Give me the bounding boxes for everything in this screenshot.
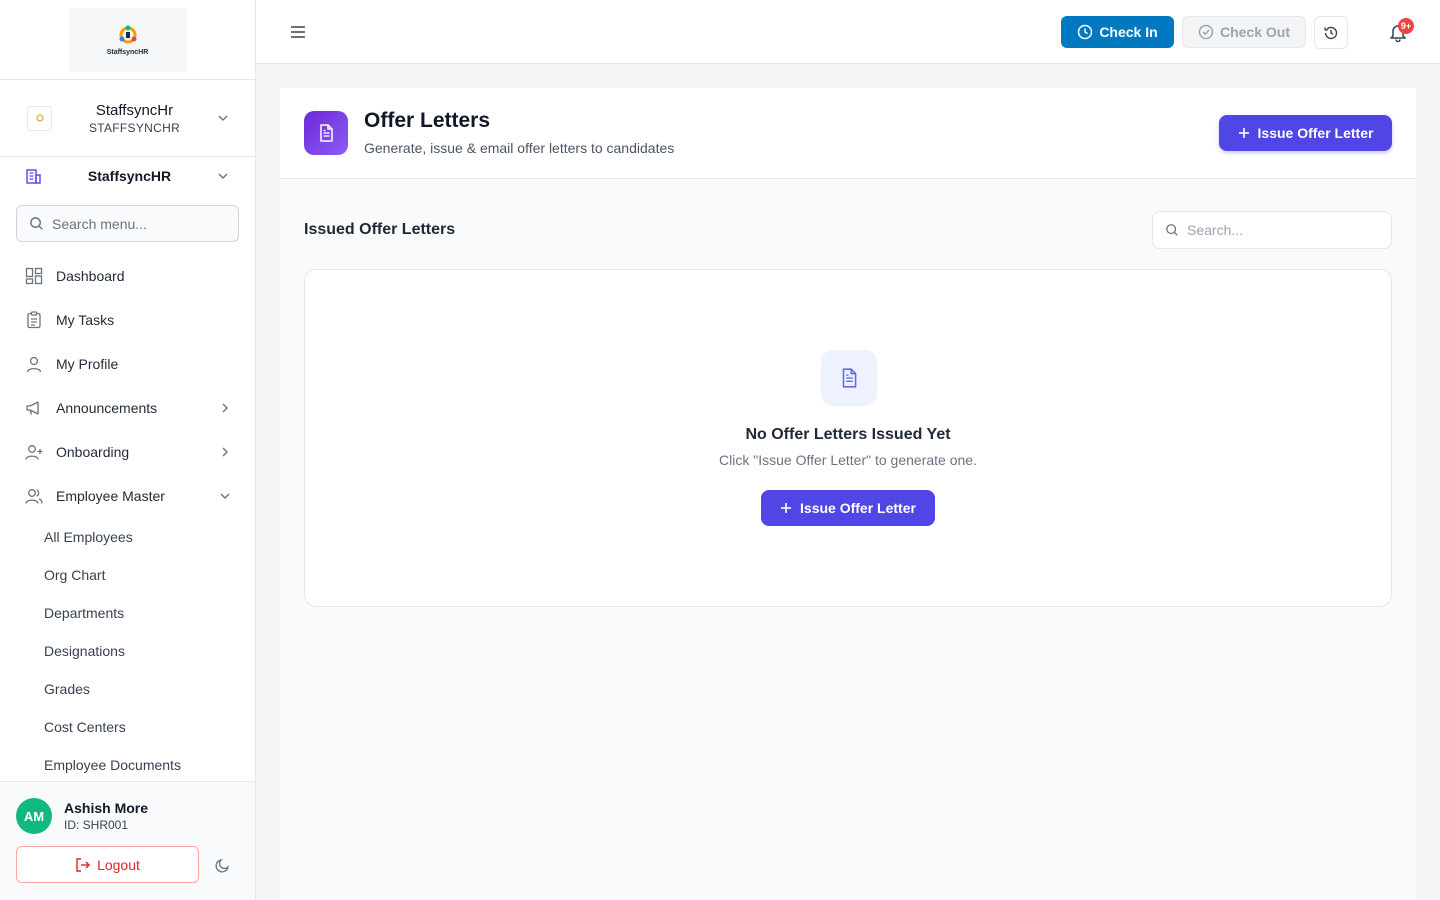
logo-text: StaffsyncHR (106, 49, 149, 56)
menu-icon[interactable] (290, 24, 306, 40)
check-in-label: Check In (1099, 24, 1158, 40)
org-code: STAFFSYNCHR (88, 120, 181, 135)
history-button[interactable] (1314, 16, 1348, 49)
chevron-down-icon (220, 493, 230, 499)
user-card[interactable]: AM Ashish More ID: SHR001 (0, 782, 255, 834)
logout-button[interactable]: Logout (16, 846, 199, 883)
chevron-right-icon (222, 403, 228, 413)
check-out-label: Check Out (1219, 24, 1290, 40)
main-content: Offer Letters Generate, issue & email of… (280, 88, 1416, 900)
user-id: ID: SHR001 (64, 818, 129, 832)
user-icon (24, 354, 44, 374)
logout-icon (76, 857, 91, 872)
building-icon (26, 169, 41, 184)
logo-area: StaffsyncHR (0, 0, 255, 80)
company-switcher[interactable]: StaffsyncHR (0, 157, 255, 195)
sidebar-item-my-tasks[interactable]: My Tasks (0, 298, 255, 342)
sidebar-item-onboarding[interactable]: Onboarding (0, 430, 255, 474)
notification-badge: 9+ (1398, 18, 1414, 34)
sidebar-item-label: My Profile (56, 356, 119, 372)
sidebar-item-label: Onboarding (56, 444, 130, 460)
org-switcher[interactable]: StaffsyncHr STAFFSYNCHR (0, 80, 255, 157)
sidebar-subitem-grades[interactable]: Grades (0, 670, 255, 708)
sidebar-subitem-org-chart[interactable]: Org Chart (0, 556, 255, 594)
sidebar-footer: AM Ashish More ID: SHR001 Logout (0, 781, 255, 900)
issue-offer-letter-label: Issue Offer Letter (1257, 125, 1374, 141)
sidebar-item-announcements[interactable]: Announcements (0, 386, 255, 430)
user-name: Ashish More (64, 800, 149, 816)
document-icon (304, 111, 348, 155)
sidebar: StaffsyncHR StaffsyncHr STAFFSYNCHR Staf… (0, 0, 256, 900)
empty-state-title: No Offer Letters Issued Yet (745, 426, 951, 443)
plus-icon (781, 503, 792, 513)
clipboard-icon (24, 310, 44, 330)
page-header: Offer Letters Generate, issue & email of… (280, 88, 1416, 179)
brand-logo[interactable]: StaffsyncHR (69, 7, 186, 72)
list-search-input[interactable] (1187, 222, 1377, 238)
check-out-button[interactable]: Check Out (1182, 16, 1306, 48)
logo-icon (119, 25, 136, 44)
sidebar-item-dashboard[interactable]: Dashboard (0, 254, 255, 298)
plus-icon (1238, 128, 1249, 138)
sidebar-item-label: Announcements (56, 400, 158, 416)
sidebar-subitem-departments[interactable]: Departments (0, 594, 255, 632)
check-in-button[interactable]: Check In (1061, 16, 1174, 48)
empty-state-subtitle: Click "Issue Offer Letter" to generate o… (719, 452, 977, 468)
sidebar-nav: Dashboard My Tasks My Profile Announceme… (0, 254, 255, 784)
list-search[interactable] (1152, 211, 1392, 249)
search-icon (30, 217, 43, 230)
clock-icon (1078, 24, 1093, 40)
sidebar-item-label: Dashboard (56, 268, 125, 284)
sidebar-item-my-profile[interactable]: My Profile (0, 342, 255, 386)
sidebar-item-employee-master[interactable]: Employee Master (0, 474, 255, 518)
menu-search[interactable] (16, 205, 239, 242)
sidebar-subitem-designations[interactable]: Designations (0, 632, 255, 670)
chevron-down-icon (218, 173, 228, 179)
sidebar-subitem-cost-centers[interactable]: Cost Centers (0, 708, 255, 746)
chevron-right-icon (222, 447, 228, 457)
history-icon (1324, 26, 1338, 39)
users-icon (24, 486, 44, 506)
org-logo-icon (36, 114, 43, 122)
user-plus-icon (24, 442, 44, 462)
dashboard-grid-icon (24, 266, 44, 286)
sidebar-item-label: My Tasks (56, 312, 115, 328)
sidebar-subitem-employee-documents[interactable]: Employee Documents (0, 746, 255, 784)
menu-search-input[interactable] (52, 215, 232, 232)
issue-offer-letter-label: Issue Offer Letter (800, 500, 916, 516)
megaphone-icon (24, 398, 44, 418)
company-name: StaffsyncHR (87, 168, 172, 184)
avatar: AM (16, 798, 52, 834)
check-circle-icon (1198, 24, 1214, 40)
chevron-down-icon (218, 115, 228, 121)
section-title: Issued Offer Letters (304, 221, 456, 238)
search-icon (1166, 224, 1178, 236)
empty-state-card: No Offer Letters Issued Yet Click "Issue… (304, 269, 1392, 607)
document-icon (821, 350, 877, 406)
page-title: Offer Letters (364, 109, 491, 132)
logout-label: Logout (97, 856, 140, 873)
sidebar-subitem-all-employees[interactable]: All Employees (0, 518, 255, 556)
issue-offer-letter-button[interactable]: Issue Offer Letter (1219, 115, 1392, 151)
issue-offer-letter-button[interactable]: Issue Offer Letter (761, 490, 935, 526)
org-thumbnail (27, 105, 52, 131)
org-name: StaffsyncHr (95, 101, 174, 119)
page-subtitle: Generate, issue & email offer letters to… (364, 140, 675, 156)
top-bar: Check In Check Out 9+ (256, 0, 1440, 64)
moon-icon[interactable] (215, 857, 231, 873)
sidebar-item-label: Employee Master (56, 488, 165, 504)
